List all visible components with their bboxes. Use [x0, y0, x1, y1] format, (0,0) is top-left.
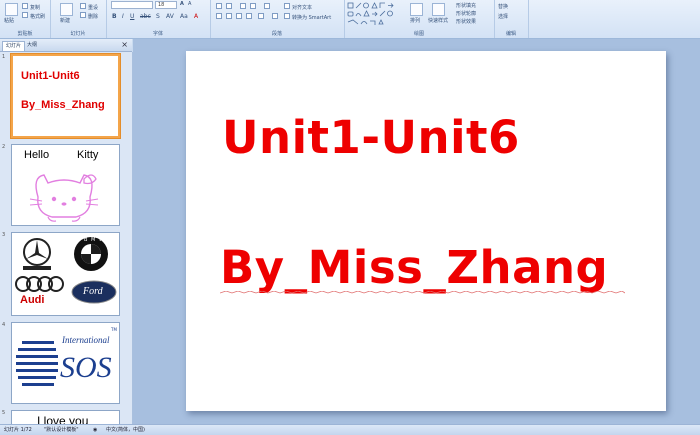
grow-font-icon[interactable]: A [180, 1, 184, 7]
slide-thumbnails-panel[interactable]: 1 Unit1-Unit6 By_Miss_Zhang 2 Hello Kitt… [0, 52, 133, 424]
slide-thumbnail-4[interactable]: International TM SOS [11, 322, 120, 404]
clipboard-group: 粘贴 复制 格式刷 剪贴板 [0, 0, 51, 38]
new-slide-button[interactable]: 新建 [60, 17, 70, 24]
thumb-1-title: Unit1-Unit6 [21, 70, 80, 82]
slide-thumbnail-5[interactable]: I love you [11, 410, 120, 424]
delete-button[interactable]: 删除 [88, 13, 98, 20]
paragraph-group: 对齐文本 转换为 SmartArt 段落 [210, 0, 345, 38]
quick-styles-button[interactable]: 快速样式 [428, 17, 448, 24]
thumb-5-text: I love you [37, 414, 89, 424]
shrink-font-icon[interactable]: A [188, 1, 191, 7]
align-text-icon[interactable] [284, 3, 290, 9]
current-slide[interactable]: Unit1-Unit6 By_Miss_Zhang [186, 51, 666, 411]
char-spacing-icon[interactable]: AV [166, 13, 174, 20]
paragraph-group-label: 段落 [271, 31, 282, 37]
thumb-1-subtitle: By_Miss_Zhang [21, 99, 105, 111]
drawing-group: 排列 快速样式 形状填充 形状轮廓 形状效果 绘图 [344, 0, 495, 38]
slide-thumbnail-3[interactable]: B M W Audi Ford [11, 232, 120, 316]
audi-logo-text: Audi [20, 294, 45, 306]
close-icon[interactable]: × [121, 40, 128, 50]
align-text-button[interactable]: 对齐文本 [292, 4, 312, 11]
font-size-box[interactable]: 18 [155, 1, 177, 9]
font-color-icon[interactable]: A [194, 13, 198, 20]
bmw-logo-text: B M W [84, 237, 105, 243]
smartart-icon[interactable] [284, 13, 290, 19]
arrange-button[interactable]: 排列 [410, 17, 420, 24]
shape-outline-button[interactable]: 形状轮廓 [456, 10, 476, 17]
slide-number-5: 5 [2, 410, 6, 416]
slides-group: 新建 重设 删除 幻灯片 [50, 0, 107, 38]
slide-title[interactable]: Unit1-Unit6 [222, 111, 520, 164]
audi-rings-icon [15, 276, 64, 292]
align-center-icon[interactable] [226, 13, 232, 19]
slide-thumbnail-2[interactable]: Hello Kitty [11, 144, 120, 226]
sos-trademark: TM [111, 327, 117, 332]
underline-icon[interactable]: U [130, 13, 134, 20]
numbering-icon[interactable] [226, 3, 232, 9]
line-spacing-icon[interactable] [264, 3, 270, 9]
text-direction-icon[interactable] [272, 13, 278, 19]
slide-number-2: 2 [2, 144, 6, 150]
shape-fill-button[interactable]: 形状填充 [456, 2, 476, 9]
shape-effects-button[interactable]: 形状效果 [456, 18, 476, 25]
ford-logo-text: Ford [83, 286, 103, 297]
mercedes-logo-icon [23, 238, 51, 270]
columns-icon[interactable] [258, 13, 264, 19]
justify-icon[interactable] [246, 13, 252, 19]
decrease-indent-icon[interactable] [240, 3, 246, 9]
bullets-icon[interactable] [216, 3, 222, 9]
slides-group-label: 幻灯片 [70, 31, 86, 37]
quick-styles-icon[interactable] [432, 3, 445, 16]
status-bar: 幻灯片 1/72 "默认设计模板" ◉ 中文(简体，中国) [0, 424, 700, 435]
font-group-label: 字体 [152, 31, 163, 37]
font-name-box[interactable] [111, 1, 153, 9]
format-painter-icon[interactable] [22, 12, 28, 18]
slide-subtitle[interactable]: By_Miss_Zhang [220, 241, 608, 294]
editing-group-label: 编辑 [505, 31, 516, 37]
strikethrough-icon[interactable]: abc [140, 13, 151, 20]
spellcheck-underline-icon [220, 291, 625, 294]
reset-button[interactable]: 重设 [88, 4, 98, 11]
align-left-icon[interactable] [216, 13, 222, 19]
paste-icon[interactable] [5, 3, 18, 16]
shadow-icon[interactable]: S [156, 13, 160, 20]
tab-outline[interactable]: 大纲 [24, 41, 40, 50]
reset-icon[interactable] [80, 3, 86, 9]
ribbon: 粘贴 复制 格式刷 剪贴板 新建 重设 删除 幻灯片 18 A A B I U … [0, 0, 700, 39]
slides-panel-header: 幻灯片 大纲 × [0, 39, 132, 52]
slide-thumbnail-1[interactable]: Unit1-Unit6 By_Miss_Zhang [11, 54, 120, 138]
editing-group: 替换 选择 编辑 [494, 0, 529, 38]
thumb-2-caption-left: Hello [24, 149, 50, 161]
tab-slides[interactable]: 幻灯片 [2, 41, 26, 51]
delete-icon[interactable] [80, 12, 86, 18]
clipboard-group-label: 剪贴板 [17, 31, 33, 37]
new-slide-icon[interactable] [60, 3, 73, 16]
find-button[interactable]: 替换 [498, 3, 508, 10]
drawing-group-label: 绘图 [413, 31, 424, 37]
change-case-icon[interactable]: Aa [180, 13, 188, 20]
hello-kitty-icon [29, 174, 99, 222]
sos-globe-icon [16, 341, 58, 386]
shapes-gallery-icon[interactable] [347, 2, 405, 26]
copy-button[interactable]: 复制 [30, 4, 40, 11]
convert-smartart-button[interactable]: 转换为 SmartArt [292, 14, 331, 21]
sos-brand-main: SOS [60, 351, 112, 384]
italic-icon[interactable]: I [122, 13, 124, 20]
font-group: 18 A A B I U abc S AV Aa A 字体 [106, 0, 211, 38]
slide-number-1: 1 [2, 54, 6, 60]
bold-icon[interactable]: B [112, 13, 117, 20]
slide-number-4: 4 [2, 322, 6, 328]
arrange-icon[interactable] [410, 3, 423, 16]
format-painter-button[interactable]: 格式刷 [30, 13, 45, 20]
increase-indent-icon[interactable] [250, 3, 256, 9]
align-right-icon[interactable] [236, 13, 242, 19]
slide-number-3: 3 [2, 232, 6, 238]
thumb-2-caption-right: Kitty [77, 149, 99, 161]
paste-button[interactable]: 粘贴 [4, 17, 14, 24]
sos-brand-top: International [62, 335, 110, 345]
copy-icon[interactable] [22, 3, 28, 9]
select-button[interactable]: 选择 [498, 13, 508, 20]
